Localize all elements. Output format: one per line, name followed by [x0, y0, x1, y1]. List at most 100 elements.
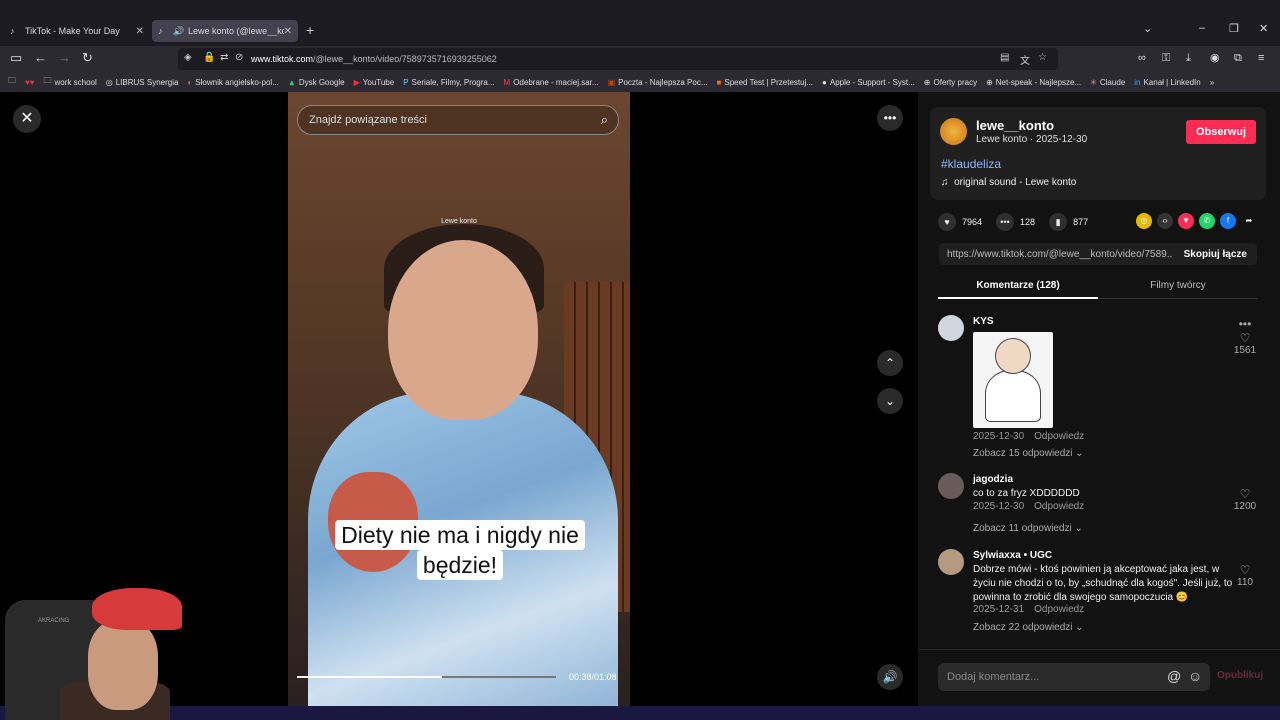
more-options-icon[interactable]: •••	[1230, 317, 1260, 331]
extensions-puzzle-icon[interactable]: ⧉	[1234, 51, 1242, 65]
bookmark-net-speak[interactable]: ⊕ Net-speak - Najlepsze...	[986, 78, 1081, 87]
back-icon[interactable]: ←	[34, 51, 47, 65]
related-search-input[interactable]: Znajdź powiązane treści ⌕	[297, 105, 619, 135]
bookmark-claude[interactable]: ✳ Claude	[1090, 78, 1125, 87]
like-button[interactable]: ♥ 7964	[938, 213, 982, 231]
bookmark-slownik[interactable]: ◐ Słownik angielsko-pol...	[187, 78, 278, 87]
sound-link[interactable]: ♫ original sound - Lewe konto	[941, 177, 1076, 188]
close-tab-icon[interactable]: ✕	[284, 26, 292, 37]
url-text[interactable]: www.tiktok.com/@lewe__konto/video/758973…	[251, 54, 497, 64]
key-icon[interactable]: ⚿	[1162, 51, 1170, 65]
camera-off-icon[interactable]: ⊘	[235, 52, 243, 63]
reply-link[interactable]: Odpowiedz	[1034, 501, 1084, 512]
author-username[interactable]: lewe__konto	[976, 118, 1054, 133]
speaker-icon[interactable]: 🔊	[173, 26, 184, 36]
previous-video-icon[interactable]: ⌃	[877, 350, 903, 376]
bookmark-speed-test[interactable]: ■ Speed Test | Przetestuj...	[717, 78, 814, 87]
comment-like[interactable]: ••• ♡ 1561	[1230, 317, 1260, 356]
bookmark-star-icon[interactable]: ☆	[1038, 52, 1047, 63]
close-icon[interactable]: ✕	[13, 105, 41, 133]
navigation-bar: ▭ ← → ↻ ◈ 🔒 ⇄ ⊘ www.tiktok.com/@lewe__ko…	[0, 46, 1280, 72]
reply-link[interactable]: Odpowiedz	[1034, 604, 1084, 615]
mention-icon[interactable]: @	[1167, 668, 1181, 684]
address-bar[interactable]: ◈ 🔒 ⇄ ⊘ www.tiktok.com/@lewe__konto/vide…	[178, 48, 1058, 70]
sidebar-toggle-icon[interactable]: ▭	[10, 51, 22, 65]
comment-like[interactable]: ♡ 1200	[1230, 487, 1260, 512]
permissions-icon[interactable]: ⇄	[220, 52, 228, 63]
video-player[interactable]: Lewe konto Diety nie ma i nigdy nie będz…	[288, 92, 630, 706]
video-link[interactable]: https://www.tiktok.com/@lewe__konto/vide…	[947, 249, 1172, 260]
bookmark-librus[interactable]: ◎ LIBRUS Synergia	[106, 78, 179, 87]
extension-icon[interactable]: ∞	[1138, 51, 1146, 65]
view-replies-link[interactable]: Zobacz 22 odpowiedzi ⌄	[973, 622, 1084, 633]
comment-button[interactable]: ••• 128	[996, 213, 1035, 231]
avatar[interactable]	[938, 549, 964, 575]
bookmark-apple-support[interactable]: ● Apple - Support - Syst...	[822, 78, 915, 87]
comment-like[interactable]: ♡ 110	[1230, 563, 1260, 588]
tab-lewe-konto[interactable]: ♪ 🔊 Lewe konto (@lewe__konto ✕	[152, 20, 298, 42]
maximize-icon[interactable]: ❐	[1229, 22, 1239, 35]
hashtag-link[interactable]: #klaudeliza	[941, 157, 1001, 171]
comment-item: KYS 2025-12-30 Odpowiedz Zobacz 15 odpowi…	[938, 315, 1268, 460]
reader-view-icon[interactable]: ▤	[1000, 52, 1009, 63]
comment-input[interactable]: Dodaj komentarz... @ ☺	[938, 663, 1210, 691]
embed-icon[interactable]: ‹›	[1157, 213, 1173, 229]
send-icon[interactable]: ▼	[1178, 213, 1194, 229]
view-replies-link[interactable]: Zobacz 15 odpowiedzi ⌄	[973, 448, 1084, 459]
tab-creator-videos[interactable]: Filmy twórcy	[1098, 280, 1258, 291]
bookmark-folder-icon[interactable]: 🗀	[8, 75, 16, 89]
download-icon[interactable]: ⤓	[1186, 51, 1191, 65]
lock-icon[interactable]: 🔒	[203, 52, 215, 63]
follow-button[interactable]: Obserwuj	[1186, 120, 1256, 144]
bookmark-hearts-icon[interactable]: ♥♥	[25, 78, 35, 87]
bookmark-work-school[interactable]: 🗀 work school	[44, 75, 97, 89]
tab-list-icon[interactable]: ⌄	[1143, 22, 1152, 35]
search-icon[interactable]: ⌕	[601, 112, 608, 128]
bookmark-dysk-google[interactable]: ▲ Dysk Google	[288, 78, 345, 87]
save-button[interactable]: ▮ 877	[1049, 213, 1088, 231]
post-comment-button[interactable]: Opublikuj	[1217, 670, 1263, 681]
bookmark-linkedin[interactable]: in Kanał | LinkedIn	[1134, 78, 1200, 87]
bookmark-oferty-pracy[interactable]: ⊕ Oferty pracy	[924, 78, 977, 87]
reload-icon[interactable]: ↻	[82, 51, 93, 65]
comment-author[interactable]: KYS	[973, 316, 994, 327]
shield-icon[interactable]: ◈	[184, 52, 192, 63]
view-replies-label: Zobacz 22 odpowiedzi	[973, 622, 1073, 633]
profile-icon[interactable]: ◉	[1210, 51, 1220, 65]
video-progress-bar[interactable]	[297, 676, 556, 678]
tab-comments[interactable]: Komentarze (128)	[938, 280, 1098, 291]
bookmark-poczta[interactable]: ▣ Poczta - Najlepsza Poc...	[608, 78, 708, 87]
tab-tiktok-home[interactable]: ♪ TikTok - Make Your Day ✕	[4, 20, 150, 42]
avatar[interactable]	[938, 315, 964, 341]
comment-sticker-image[interactable]	[973, 332, 1053, 428]
comment-author[interactable]: jagodzia	[973, 474, 1013, 485]
forward-icon[interactable]: →	[58, 51, 71, 65]
sticker-head	[995, 338, 1031, 374]
copy-link-button[interactable]: Skopiuj łącze	[1184, 249, 1247, 260]
bookmark-seriale[interactable]: P Seriale, Filmy, Progra...	[403, 78, 494, 87]
comment-author[interactable]: Sylwiaxxa • UGC	[973, 550, 1052, 561]
coin-icon[interactable]: ◎	[1136, 213, 1152, 229]
comment-text: co to za fryz XDDDDDD	[973, 488, 1080, 499]
emoji-icon[interactable]: ☺	[1188, 668, 1202, 684]
whatsapp-icon[interactable]: ✆	[1199, 213, 1215, 229]
close-window-icon[interactable]: ✕	[1259, 22, 1268, 35]
google-drive-icon: ▲	[287, 77, 296, 87]
reply-link[interactable]: Odpowiedz	[1034, 431, 1084, 442]
author-avatar[interactable]	[940, 118, 967, 145]
bookmark-youtube[interactable]: ▶ YouTube	[354, 78, 395, 87]
facebook-icon[interactable]: f	[1220, 213, 1236, 229]
new-tab-button[interactable]: +	[306, 22, 314, 38]
translate-icon[interactable]: 文	[1020, 52, 1030, 67]
minimize-icon[interactable]: –	[1199, 22, 1205, 34]
more-bookmarks-icon[interactable]: »	[1210, 78, 1214, 87]
menu-icon[interactable]: ≡	[1258, 51, 1264, 65]
volume-icon[interactable]: 🔊	[877, 664, 903, 690]
avatar[interactable]	[938, 473, 964, 499]
bookmark-gmail[interactable]: M Odebrane - maciej.sar...	[504, 78, 599, 87]
close-tab-icon[interactable]: ✕	[136, 26, 144, 37]
view-replies-link[interactable]: Zobacz 11 odpowiedzi ⌄	[973, 523, 1083, 534]
more-options-icon[interactable]: •••	[877, 105, 903, 131]
share-arrow-icon[interactable]: ➦	[1241, 213, 1257, 229]
next-video-icon[interactable]: ⌄	[877, 388, 903, 414]
